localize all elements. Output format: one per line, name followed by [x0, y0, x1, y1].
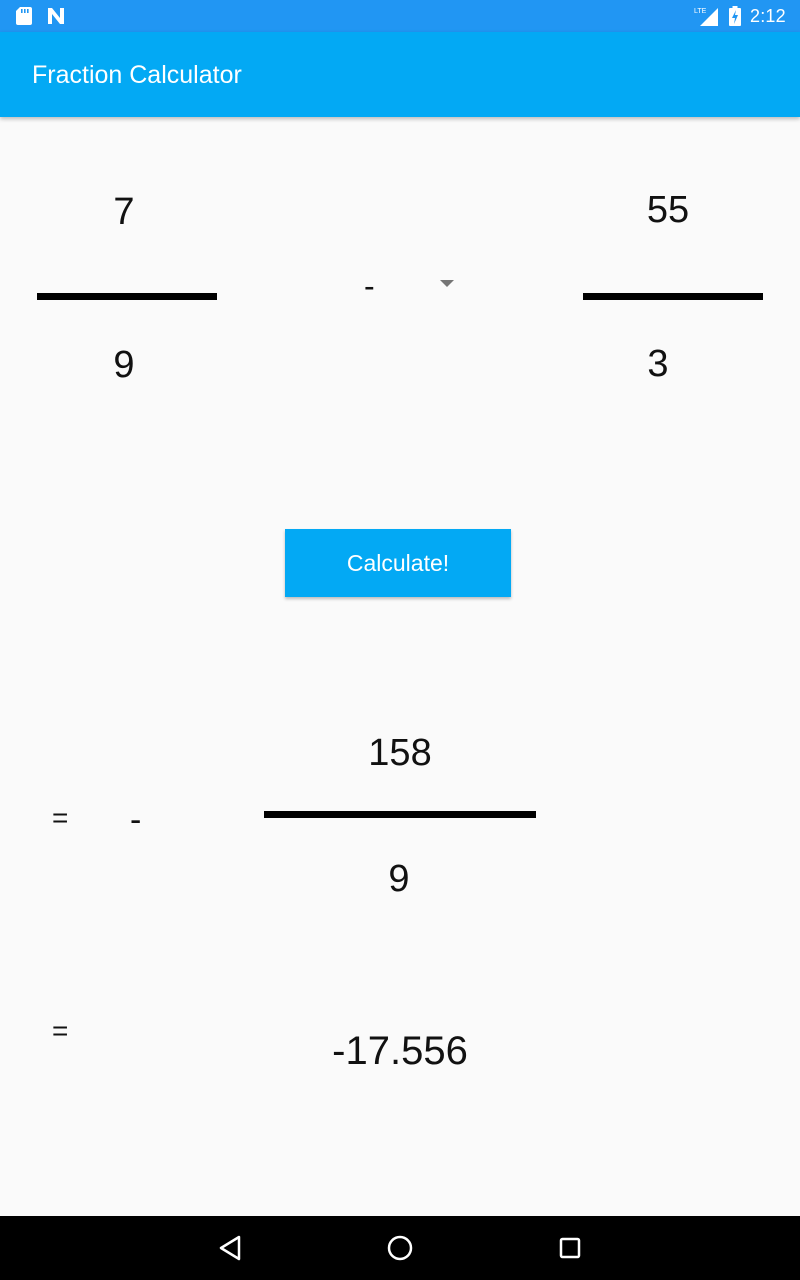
n-notification-icon [48, 8, 64, 24]
status-clock: 2:12 [750, 6, 786, 26]
second-numerator-input[interactable]: 55 [608, 188, 728, 232]
result-numerator: 158 [368, 732, 432, 774]
first-numerator-input[interactable]: 7 [64, 190, 184, 234]
result-sign: - [130, 801, 142, 839]
svg-text:LTE: LTE [694, 8, 707, 15]
back-icon[interactable] [210, 1228, 250, 1268]
operator-value: - [364, 268, 375, 304]
result-denominator: 9 [388, 858, 410, 900]
screen: LTE 2:12 Fraction Calculator 7 9 - 55 3 … [0, 0, 800, 1280]
app-bar: Fraction Calculator [0, 32, 800, 117]
decimal-equals-sign: = [52, 1015, 69, 1046]
navigation-bar [0, 1216, 800, 1280]
result-equals-sign: = [52, 802, 69, 833]
calculate-button[interactable]: Calculate! [285, 529, 511, 597]
first-fraction-bar [37, 293, 217, 300]
decimal-result: -17.556 [332, 1029, 468, 1073]
operator-dropdown[interactable]: - [356, 262, 466, 310]
dropdown-arrow-icon [440, 280, 454, 287]
second-denominator-input[interactable]: 3 [598, 342, 718, 386]
status-bar: LTE 2:12 [0, 0, 800, 32]
battery-charging-icon [729, 6, 741, 26]
second-fraction-bar [583, 293, 763, 300]
lte-signal-icon: LTE [694, 8, 718, 26]
app-title: Fraction Calculator [32, 61, 242, 89]
first-denominator-input[interactable]: 9 [64, 343, 184, 387]
recents-icon[interactable] [550, 1228, 590, 1268]
sd-card-icon [16, 7, 32, 25]
home-icon[interactable] [380, 1228, 420, 1268]
result-fraction-bar [264, 811, 536, 818]
